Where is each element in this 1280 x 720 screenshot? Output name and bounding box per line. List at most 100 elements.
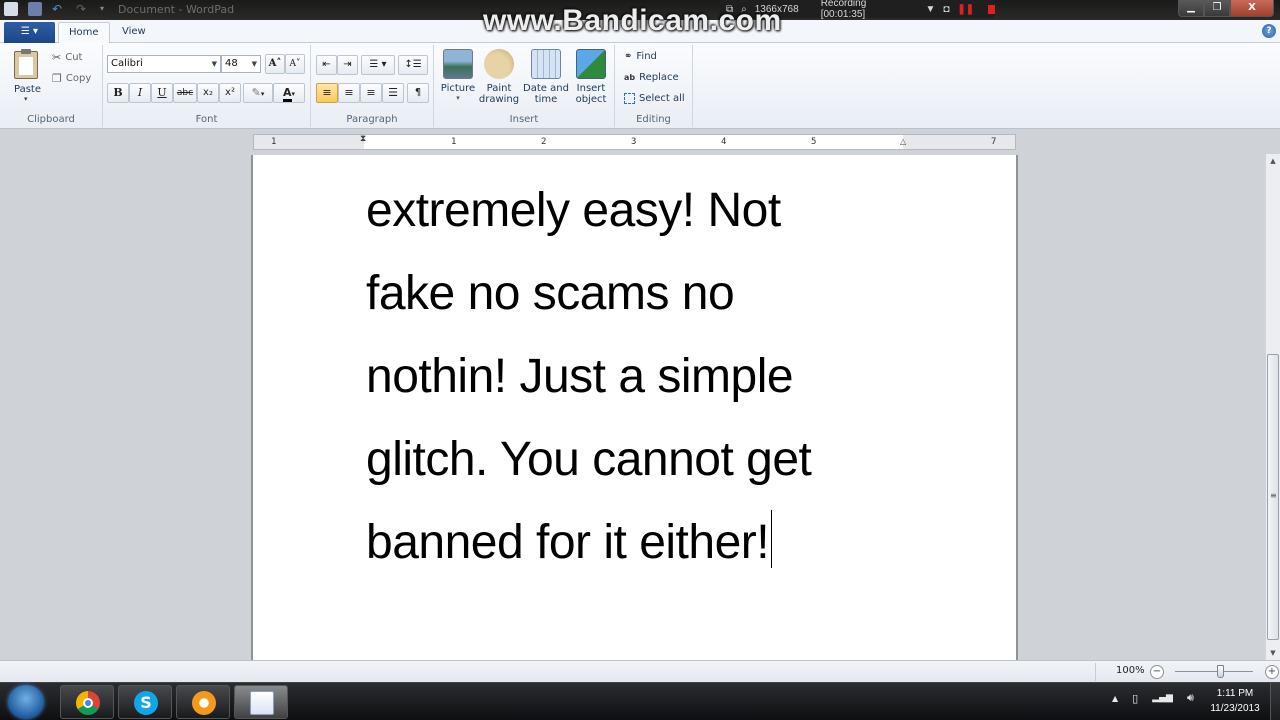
highlight-color-button[interactable]: ✎▾ xyxy=(243,83,273,103)
align-right-button[interactable]: ≡ xyxy=(360,83,382,103)
binoculars-icon: ⚭ xyxy=(624,51,633,62)
wordpad-app-icon xyxy=(4,2,18,16)
recorder-menu-icon[interactable]: ▼ xyxy=(925,4,935,15)
justify-button[interactable]: ☰ xyxy=(382,83,404,103)
insert-group: Picture ▾ Paint drawing Date and time In… xyxy=(434,45,615,127)
horizontal-ruler[interactable]: 1 1 2 3 4 5 7 ⧗ △ xyxy=(253,134,1016,150)
italic-button[interactable]: I xyxy=(129,83,151,103)
grip-icon: ≡ xyxy=(1270,491,1277,500)
taskbar-skype[interactable]: S xyxy=(118,685,172,719)
select-all-label: Select all xyxy=(639,93,685,104)
paragraph-settings-button[interactable]: ¶ xyxy=(407,83,429,103)
zoom-out-button[interactable]: − xyxy=(1150,665,1164,679)
recorder-watermark: www.Bandicam.com xyxy=(483,4,782,37)
scrollbar-thumb[interactable]: ≡ xyxy=(1267,354,1279,640)
select-all-icon xyxy=(624,93,635,104)
align-center-button[interactable]: ≡ xyxy=(338,83,360,103)
zoom-slider[interactable] xyxy=(1175,671,1253,672)
document-page[interactable]: extremely easy! Not fake no scams no not… xyxy=(251,155,1018,660)
font-color-button[interactable]: A▾ xyxy=(273,83,305,103)
paint-drawing-button[interactable]: Paint drawing xyxy=(478,49,520,105)
close-button[interactable]: X xyxy=(1230,0,1274,17)
insert-picture-button[interactable]: Picture ▾ xyxy=(440,49,476,102)
scroll-down-arrow-icon[interactable]: ▼ xyxy=(1266,646,1280,660)
minimize-button[interactable]: ▁ xyxy=(1178,0,1204,17)
ruler-tick: 4 xyxy=(721,137,727,147)
zoom-slider-thumb[interactable] xyxy=(1217,665,1225,678)
insert-object-button[interactable]: Insert object xyxy=(572,49,610,105)
clock-time: 1:11 PM xyxy=(1216,688,1254,699)
increase-indent-button[interactable]: ⇥ xyxy=(337,55,358,75)
text-caret xyxy=(771,510,773,568)
volume-icon[interactable]: 🔊︎ xyxy=(1187,691,1194,705)
app-menu-button[interactable]: ☰ ▾ xyxy=(4,22,55,43)
help-icon[interactable]: ? xyxy=(1262,24,1276,38)
network-signal-icon[interactable]: ▂▄▆ xyxy=(1152,693,1173,703)
taskbar-wordpad[interactable] xyxy=(234,685,288,719)
subscript-button[interactable]: x₂ xyxy=(197,83,219,103)
cut-label: Cut xyxy=(65,52,83,63)
picture-dropdown-icon: ▾ xyxy=(456,94,460,102)
insert-object-label-2: object xyxy=(575,94,607,105)
bold-button[interactable]: B xyxy=(107,83,129,103)
date-time-button[interactable]: Date and time xyxy=(522,49,570,105)
window-title: Document - WordPad xyxy=(118,3,235,16)
camera-icon[interactable]: ◘ xyxy=(943,4,949,15)
underline-button[interactable]: U xyxy=(151,83,173,103)
line-spacing-button[interactable]: ↕☰ xyxy=(398,55,428,75)
ruler-right-margin xyxy=(903,135,1015,149)
align-left-button[interactable]: ≡ xyxy=(316,83,338,103)
redo-icon[interactable]: ↷ xyxy=(76,2,90,16)
decrease-indent-button[interactable]: ⇤ xyxy=(316,55,337,75)
chevron-down-icon: ▼ xyxy=(211,60,217,68)
copy-label: Copy xyxy=(65,73,92,84)
document-text[interactable]: extremely easy! Not fake no scams no not… xyxy=(366,169,926,584)
date-time-label-2: time xyxy=(534,94,558,105)
zoom-in-button[interactable]: + xyxy=(1265,665,1279,679)
left-indent-marker[interactable]: ⧗ xyxy=(360,134,366,144)
battery-icon[interactable]: ▯ xyxy=(1132,692,1138,705)
tab-view[interactable]: View xyxy=(112,22,156,44)
paste-dropdown-icon[interactable]: ▾ xyxy=(24,95,28,103)
start-button[interactable] xyxy=(8,685,44,719)
strikethrough-button[interactable]: abc xyxy=(173,83,197,103)
shrink-font-button[interactable]: A˅ xyxy=(285,54,305,74)
replace-icon: ab xyxy=(624,73,636,82)
paragraph-group: ⇤ ⇥ ☰ ▾ ↕☰ ≡ ≡ ≡ ☰ ¶ Paragraph xyxy=(311,45,434,127)
show-desktop-button[interactable] xyxy=(1270,683,1280,720)
maximize-button[interactable]: ❐ xyxy=(1204,0,1230,17)
save-icon[interactable] xyxy=(28,2,42,16)
paste-button[interactable]: Paste ▾ xyxy=(6,45,48,105)
taskbar-chrome[interactable] xyxy=(60,685,114,719)
picture-icon xyxy=(443,49,473,79)
vertical-scrollbar[interactable]: ▲ ≡ ▼ xyxy=(1265,154,1280,660)
grow-font-button[interactable]: A˄ xyxy=(265,54,285,74)
chevron-down-icon: ▼ xyxy=(251,60,257,68)
scroll-up-arrow-icon[interactable]: ▲ xyxy=(1266,154,1280,168)
select-all-button[interactable]: Select all xyxy=(624,93,685,104)
superscript-button[interactable]: x² xyxy=(219,83,241,103)
replace-button[interactable]: ab Replace xyxy=(624,72,679,83)
ruler-tick: 7 xyxy=(991,137,997,147)
bullets-button[interactable]: ☰ ▾ xyxy=(361,55,395,75)
show-hidden-icons[interactable]: ▲ xyxy=(1112,694,1118,703)
clock-date: 11/23/2013 xyxy=(1210,703,1260,714)
clock[interactable]: 1:11 PM 11/23/2013 xyxy=(1204,686,1266,716)
find-button[interactable]: ⚭ Find xyxy=(624,51,657,62)
copy-button[interactable]: ❐ Copy xyxy=(52,72,91,85)
font-size-select[interactable]: 48 ▼ xyxy=(221,55,261,73)
right-indent-marker[interactable]: △ xyxy=(900,137,906,146)
tab-home[interactable]: Home xyxy=(58,22,110,44)
document-line: fake no scams no xyxy=(366,267,735,320)
cut-button[interactable]: ✂ Cut xyxy=(52,51,82,64)
font-family-select[interactable]: Calibri ▼ xyxy=(107,55,221,73)
taskbar-avast[interactable] xyxy=(176,685,230,719)
find-label: Find xyxy=(636,51,657,62)
stop-record-icon[interactable] xyxy=(988,4,995,14)
undo-icon[interactable]: ↶ xyxy=(52,2,66,16)
customize-qat-icon[interactable]: ▾ xyxy=(100,2,114,16)
ruler-tick: 3 xyxy=(631,137,637,147)
copy-icon: ❐ xyxy=(52,72,62,85)
pause-icon[interactable]: ❚❚ xyxy=(957,4,974,15)
chrome-icon xyxy=(76,691,100,715)
